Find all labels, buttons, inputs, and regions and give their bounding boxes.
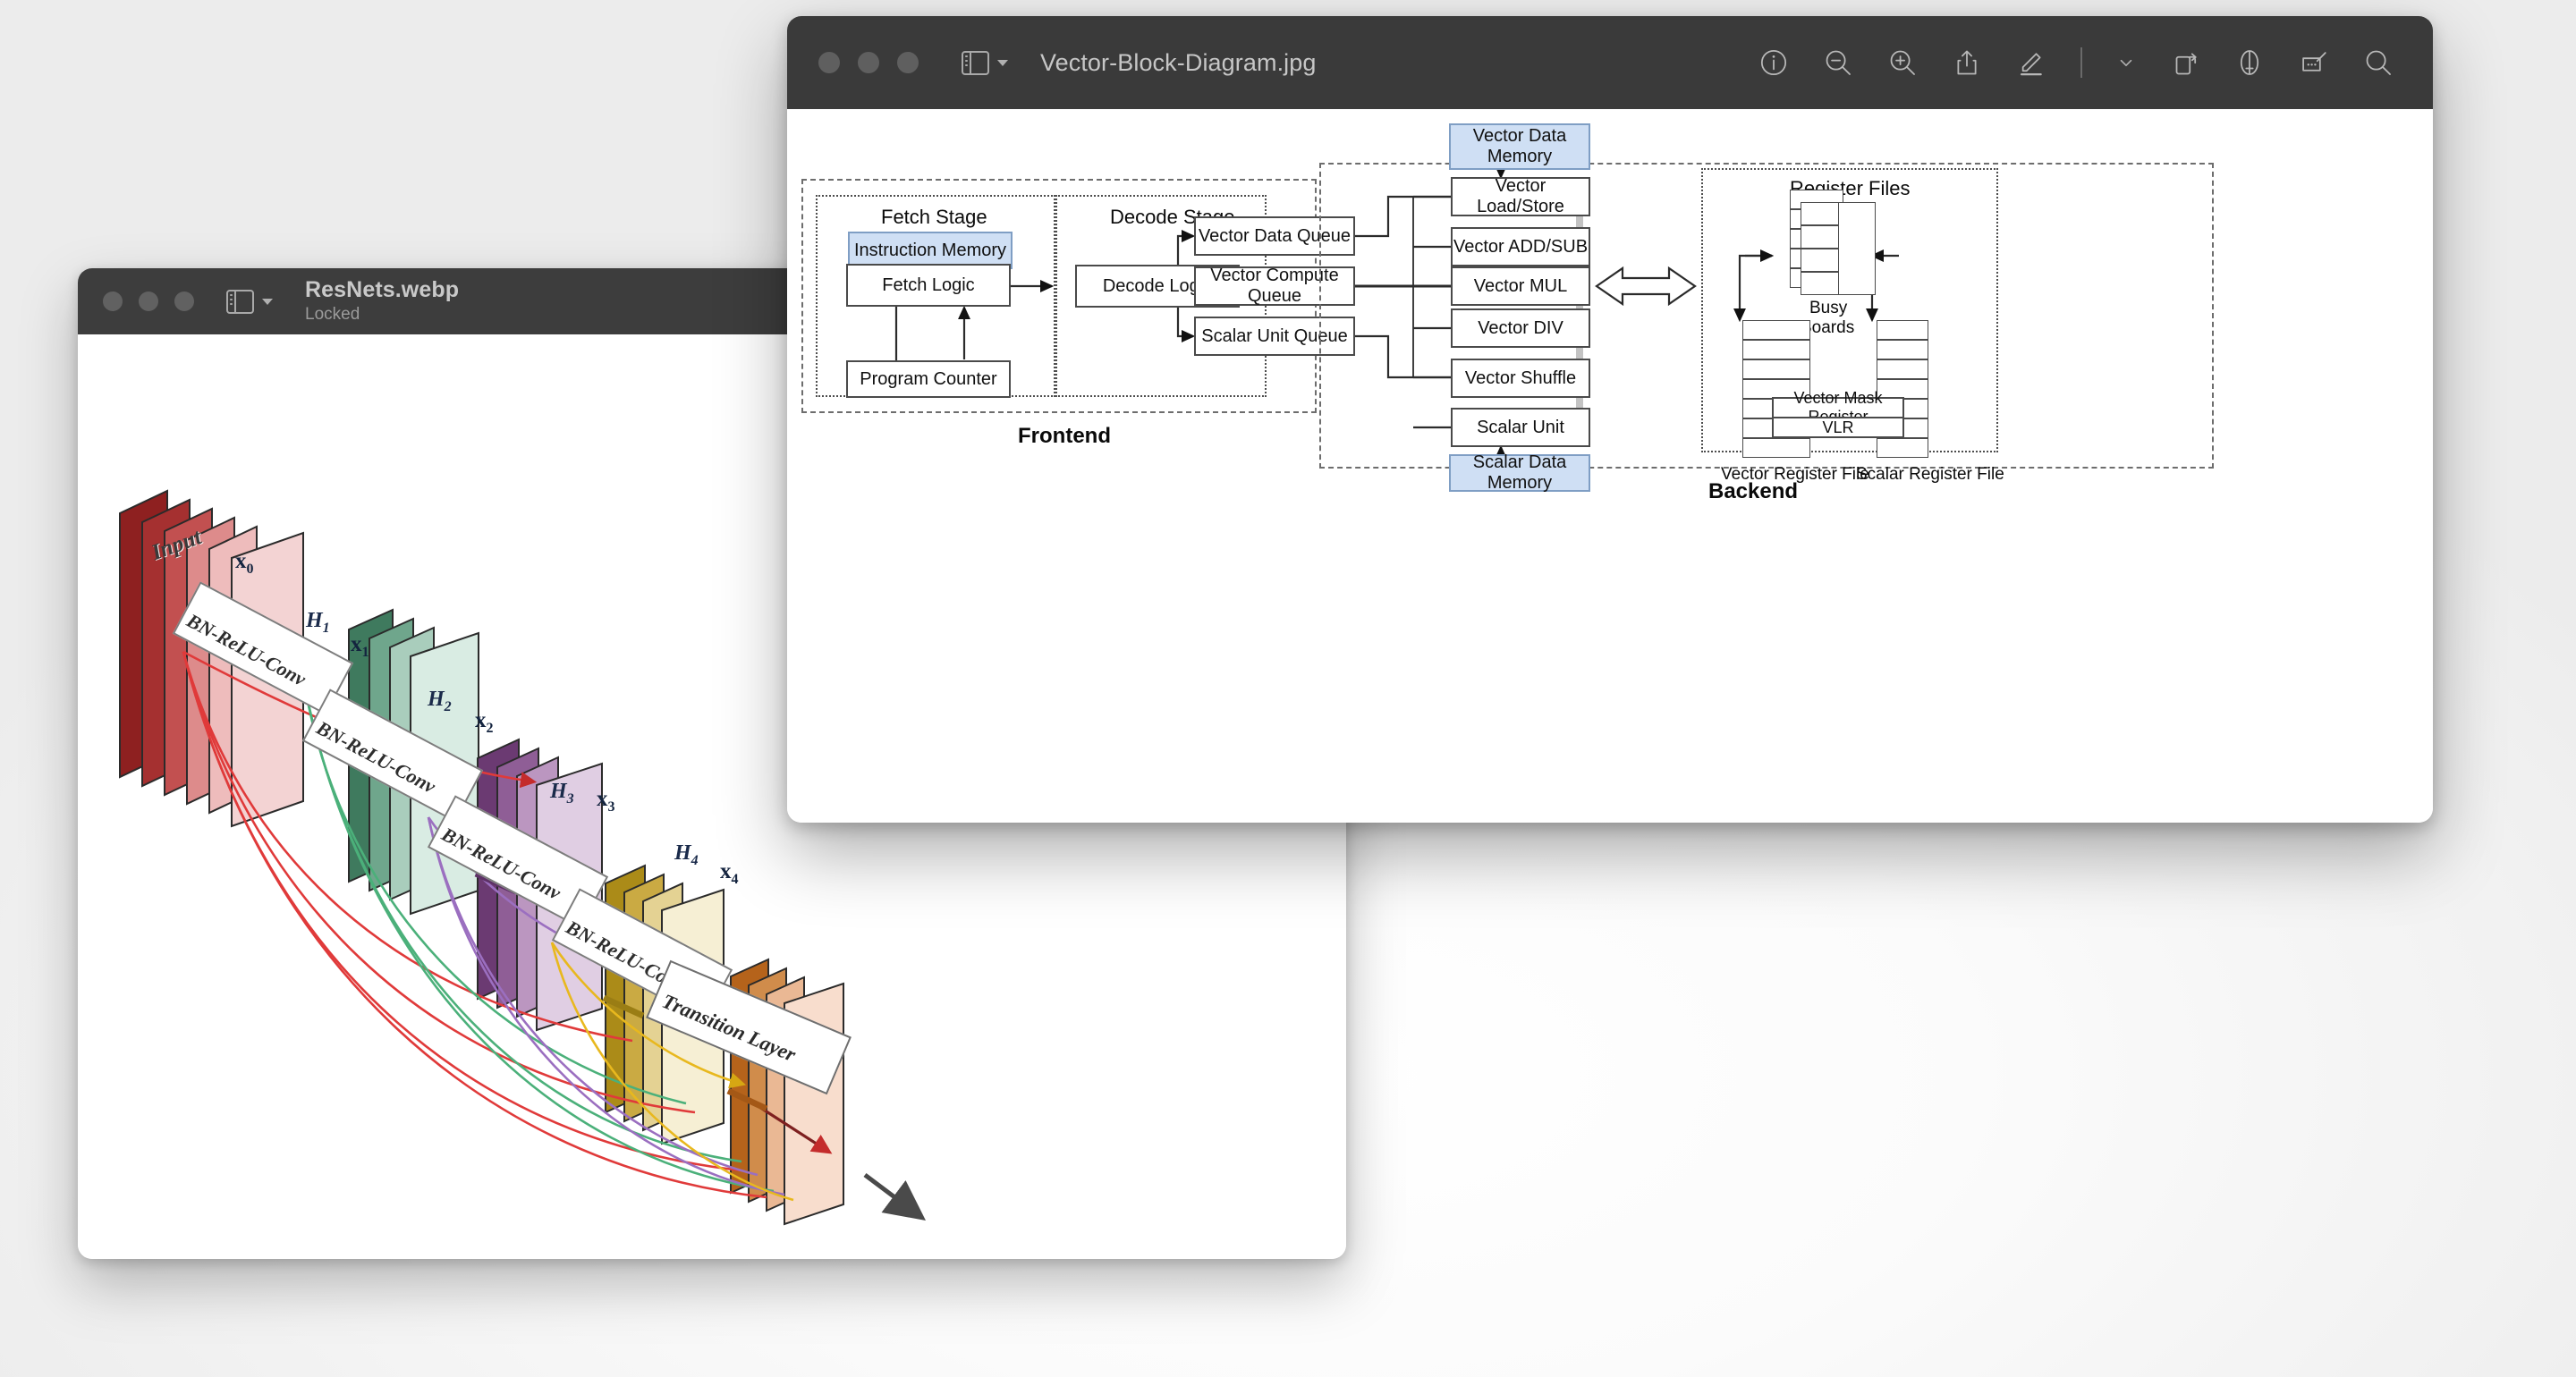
minimize-button[interactable] xyxy=(139,291,158,311)
markup-dropdown-chevron-icon[interactable] xyxy=(2116,47,2136,78)
close-button[interactable] xyxy=(818,52,840,73)
vector-block-diagram: Frontend Fetch Stage Decode Stage Instru… xyxy=(787,109,2433,823)
share-icon[interactable] xyxy=(1952,47,1982,78)
vector-div-box[interactable]: Vector DIV xyxy=(1451,308,1590,348)
sidebar-toggle-front[interactable] xyxy=(962,51,1008,75)
densenet-h1-label: H1 xyxy=(306,609,330,637)
close-button[interactable] xyxy=(103,291,123,311)
image-canvas-vector[interactable]: Frontend Fetch Stage Decode Stage Instru… xyxy=(787,109,2433,823)
window-title-group-back: ResNets.webp Locked xyxy=(305,277,459,325)
vector-load-store-box[interactable]: Vector Load/Store xyxy=(1451,177,1590,216)
toolbar-front[interactable] xyxy=(1758,47,2394,78)
densenet-x4-label: x4 xyxy=(720,859,739,888)
traffic-lights-back[interactable] xyxy=(103,291,194,311)
densenet-h2-label: H2 xyxy=(428,688,452,715)
window-vector-block-diagram[interactable]: Vector-Block-Diagram.jpg xyxy=(787,16,2433,823)
vector-data-memory-box[interactable]: Vector Data Memory xyxy=(1449,123,1590,170)
window-title-group-front: Vector-Block-Diagram.jpg xyxy=(1040,49,1317,76)
densenet-x2-label: x2 xyxy=(475,708,494,737)
vector-shuffle-box[interactable]: Vector Shuffle xyxy=(1451,359,1590,398)
traffic-lights-front[interactable] xyxy=(818,52,919,73)
scalar-data-memory-box[interactable]: Scalar Data Memory xyxy=(1449,454,1590,492)
densenet-h3-label: H3 xyxy=(550,780,574,807)
program-counter-box[interactable]: Program Counter xyxy=(846,360,1011,398)
vector-add-sub-box[interactable]: Vector ADD/SUB xyxy=(1451,227,1590,266)
titlebar-vector[interactable]: Vector-Block-Diagram.jpg xyxy=(787,16,2433,109)
minimize-button[interactable] xyxy=(858,52,879,73)
markup-pen-icon[interactable] xyxy=(2016,47,2046,78)
chevron-down-icon[interactable] xyxy=(997,60,1008,66)
page-title: ResNets.webp xyxy=(305,277,459,302)
annotate-icon[interactable] xyxy=(2234,47,2265,78)
frontend-label: Frontend xyxy=(1018,424,1111,449)
search-icon[interactable] xyxy=(2363,47,2394,78)
densenet-x1-label: x1 xyxy=(351,632,369,661)
zoom-button[interactable] xyxy=(174,291,194,311)
vlr-box[interactable]: VLR xyxy=(1772,417,1904,438)
redact-icon[interactable] xyxy=(2299,47,2329,78)
page-title: Vector-Block-Diagram.jpg xyxy=(1040,49,1317,76)
densenet-x3-label: x3 xyxy=(597,787,615,815)
chevron-down-icon[interactable] xyxy=(262,299,273,305)
fetch-stage-label: Fetch Stage xyxy=(881,206,987,229)
vector-register-file-label: Vector Register File xyxy=(1721,465,1869,485)
sidebar-icon xyxy=(962,51,989,75)
vector-mul-box[interactable]: Vector MUL xyxy=(1451,266,1590,306)
scalar-unit-box[interactable]: Scalar Unit xyxy=(1451,408,1590,447)
densenet-h4-label: H4 xyxy=(674,841,699,869)
scalar-register-file-label: Scalar Register File xyxy=(1856,465,2004,485)
status-badge: Locked xyxy=(305,304,459,325)
zoom-out-icon[interactable] xyxy=(1823,47,1853,78)
rotate-icon[interactable] xyxy=(2170,47,2200,78)
zoom-button[interactable] xyxy=(897,52,919,73)
zoom-in-icon[interactable] xyxy=(1887,47,1918,78)
sidebar-toggle-back[interactable] xyxy=(226,290,273,314)
vector-mask-register-box[interactable]: Vector Mask Register xyxy=(1772,397,1904,418)
busy-boards-label-line1: Busy xyxy=(1809,299,1847,318)
densenet-x0-label: x0 xyxy=(235,549,254,578)
info-icon[interactable] xyxy=(1758,47,1789,78)
toolbar-divider xyxy=(2080,47,2082,78)
fetch-logic-box[interactable]: Fetch Logic xyxy=(846,264,1011,307)
sidebar-icon xyxy=(226,290,254,314)
